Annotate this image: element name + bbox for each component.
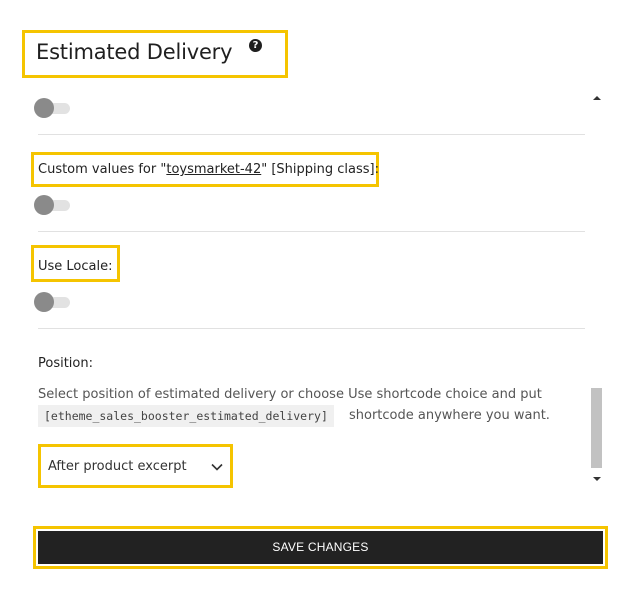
help-icon[interactable]: ? — [249, 39, 262, 52]
custom-values-label: Custom values for "toysmarket-42" [Shipp… — [38, 162, 379, 177]
page-title: Estimated Delivery — [36, 40, 233, 64]
custom-values-toggle[interactable] — [34, 195, 72, 215]
toggle-knob — [34, 195, 54, 215]
settings-panel — [22, 88, 605, 490]
scroll-up-arrow-icon[interactable] — [589, 90, 605, 106]
divider — [38, 231, 585, 232]
top-toggle[interactable] — [34, 98, 72, 118]
scrollbar-thumb[interactable] — [591, 388, 602, 468]
save-changes-button[interactable]: SAVE CHANGES — [38, 531, 603, 564]
chevron-down-icon — [211, 463, 223, 471]
shortcode-text: [etheme_sales_booster_estimated_delivery… — [38, 405, 334, 427]
use-locale-toggle[interactable] — [34, 292, 72, 312]
position-description-suffix: shortcode anywhere you want. — [349, 408, 550, 423]
divider — [38, 134, 585, 135]
use-locale-label: Use Locale: — [38, 259, 113, 274]
position-select[interactable]: After product excerpt — [38, 444, 233, 488]
toggle-knob — [34, 98, 54, 118]
toggle-knob — [34, 292, 54, 312]
position-description: Select position of estimated delivery or… — [38, 387, 542, 402]
panel-scrollbar[interactable] — [589, 88, 605, 490]
shipping-class-link[interactable]: toysmarket-42 — [166, 162, 261, 177]
position-label: Position: — [38, 356, 93, 371]
position-select-value: After product excerpt — [48, 459, 187, 474]
divider — [38, 328, 585, 329]
scroll-down-arrow-icon[interactable] — [589, 471, 605, 487]
